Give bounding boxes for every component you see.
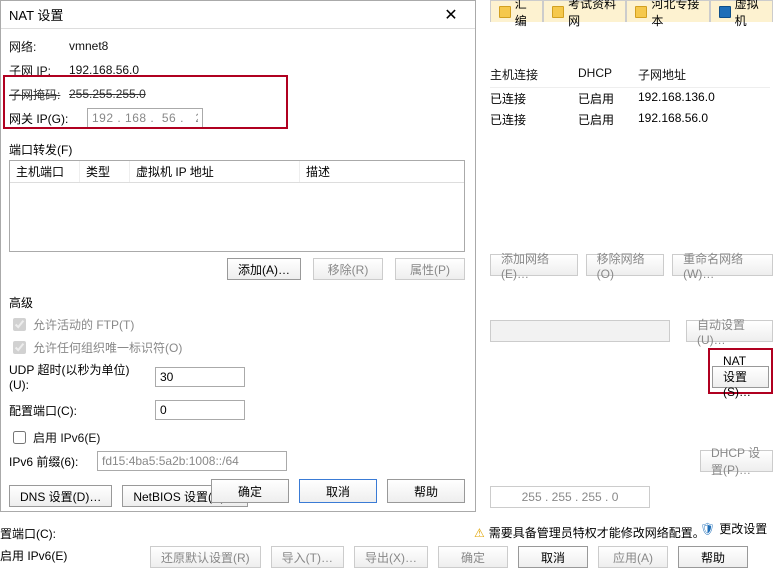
nat-settings-highlight: NAT 设置(S)… [708,348,773,394]
nat-settings-dialog: NAT 设置 ✕ 网络: vmnet8 子网 IP: 192.168.56.0 … [0,0,476,512]
subnet-mask-label: 子网掩码: [9,86,69,103]
bg-cfg-port-label: 置端口(C): [0,524,67,544]
gateway-ip-label: 网关 IP(G): [9,110,87,127]
tab-label: 虚拟机 [735,0,764,29]
allow-ftp-input[interactable] [13,318,26,331]
advanced-header: 高级 [9,294,465,311]
export-button: 导出(X)… [354,546,428,568]
network-value: vmnet8 [69,39,108,53]
tab-label: 考试资料网 [568,0,617,29]
close-icon[interactable]: ✕ [431,5,471,25]
bg-ok-button: 确定 [438,546,508,568]
port-forward-header: 端口转发(F) [9,141,465,158]
tab-vm[interactable]: 虚拟机 [710,0,773,22]
enable-ipv6-checkbox[interactable]: 启用 IPv6(E) [9,428,465,447]
dialog-title: NAT 设置 [9,5,431,24]
dhcp-settings-button: DHCP 设置(P)… [700,450,773,472]
cell-hostconn: 已连接 [490,90,578,107]
restore-defaults-button: 还原默认设置(R) [150,546,261,568]
cell-dhcp: 已启用 [578,90,638,107]
cancel-button[interactable]: 取消 [299,479,377,503]
cell-dhcp: 已启用 [578,111,638,128]
config-port-label: 配置端口(C): [9,402,149,419]
tab-compilation[interactable]: 汇编 [490,0,543,22]
allow-ftp-checkbox[interactable]: 允许活动的 FTP(T) [9,315,465,334]
enable-ipv6-label: 启用 IPv6(E) [33,429,100,446]
allow-oui-input[interactable] [13,341,26,354]
cell-subnet: 192.168.56.0 [638,111,758,128]
tab-examsite[interactable]: 考试资料网 [543,0,626,22]
cell-hostconn: 已连接 [490,111,578,128]
allow-ftp-label: 允许活动的 FTP(T) [33,316,134,333]
bg-cancel-button[interactable]: 取消 [518,546,588,568]
allow-oui-label: 允许任何组织唯一标识符(O) [33,339,182,356]
shield-icon: 🛡 [700,522,715,536]
col-subnet: 子网地址 [638,66,758,83]
remove-button: 移除(R) [313,258,383,280]
col-type: 类型 [80,161,130,182]
tab-hebei[interactable]: 河北专接本 [626,0,709,22]
udp-timeout-input[interactable] [155,367,245,387]
enable-ipv6-input[interactable] [13,431,26,444]
cell-subnet: 192.168.136.0 [638,90,758,107]
change-settings-button[interactable]: 🛡 更改设置 [700,520,767,537]
nat-settings-button[interactable]: NAT 设置(S)… [712,366,769,388]
warning-icon: ⚠ [474,526,485,540]
subnet-mask-value: 255.255.255.0 [69,87,146,101]
udp-timeout-label: UDP 超时(以秒为单位)(U): [9,361,149,392]
ok-button[interactable]: 确定 [211,479,289,503]
folder-icon [499,6,511,18]
allow-oui-checkbox[interactable]: 允许任何组织唯一标识符(O) [9,338,465,357]
bg-apply-button: 应用(A) [598,546,668,568]
vnet-table: 主机连接 DHCP 子网地址 已连接 已启用 192.168.136.0 已连接… [490,66,770,130]
subnet-mask-field: 255 . 255 . 255 . 0 [490,486,650,508]
bridged-adapter-select [490,320,670,342]
config-port-input[interactable] [155,400,245,420]
change-settings-label: 更改设置 [719,520,767,537]
bg-help-button[interactable]: 帮助 [678,546,748,568]
subnet-ip-value: 192.168.56.0 [69,63,139,77]
import-button: 导入(T)… [271,546,344,568]
rename-network-button: 重命名网络(W)… [672,254,773,276]
dns-settings-button[interactable]: DNS 设置(D)… [9,485,112,507]
subnet-ip-label: 子网 IP: [9,62,69,79]
properties-button: 属性(P) [395,258,465,280]
folder-icon [635,6,647,18]
tab-label: 汇编 [515,0,534,29]
col-dhcp: DHCP [578,66,638,83]
port-forward-table[interactable]: 主机端口 类型 虚拟机 IP 地址 描述 [9,160,465,252]
remove-network-button: 移除网络(O) [586,254,664,276]
ipv6-prefix-input[interactable] [97,451,287,471]
auto-settings-button: 自动设置(U)… [686,320,773,342]
folder-icon [552,6,564,18]
col-vm-ip: 虚拟机 IP 地址 [130,161,300,182]
table-row[interactable]: 已连接 已启用 192.168.136.0 [490,88,770,109]
bg-enable-ipv6-label: 启用 IPv6(E) [0,546,67,566]
add-button[interactable]: 添加(A)… [227,258,301,280]
network-label: 网络: [9,38,69,55]
tab-label: 河北专接本 [651,0,700,29]
gateway-ip-input[interactable] [87,108,203,128]
vmware-icon [719,6,731,18]
col-host-port: 主机端口 [10,161,80,182]
ipv6-prefix-label: IPv6 前缀(6): [9,453,91,470]
add-network-button: 添加网络(E)… [490,254,578,276]
table-row[interactable]: 已连接 已启用 192.168.56.0 [490,109,770,130]
help-button[interactable]: 帮助 [387,479,465,503]
admin-notice: ⚠ 需要具备管理员特权才能修改网络配置。 [474,524,705,541]
col-desc: 描述 [300,161,464,182]
notice-text: 需要具备管理员特权才能修改网络配置。 [489,524,705,541]
col-hostconn: 主机连接 [490,66,578,83]
